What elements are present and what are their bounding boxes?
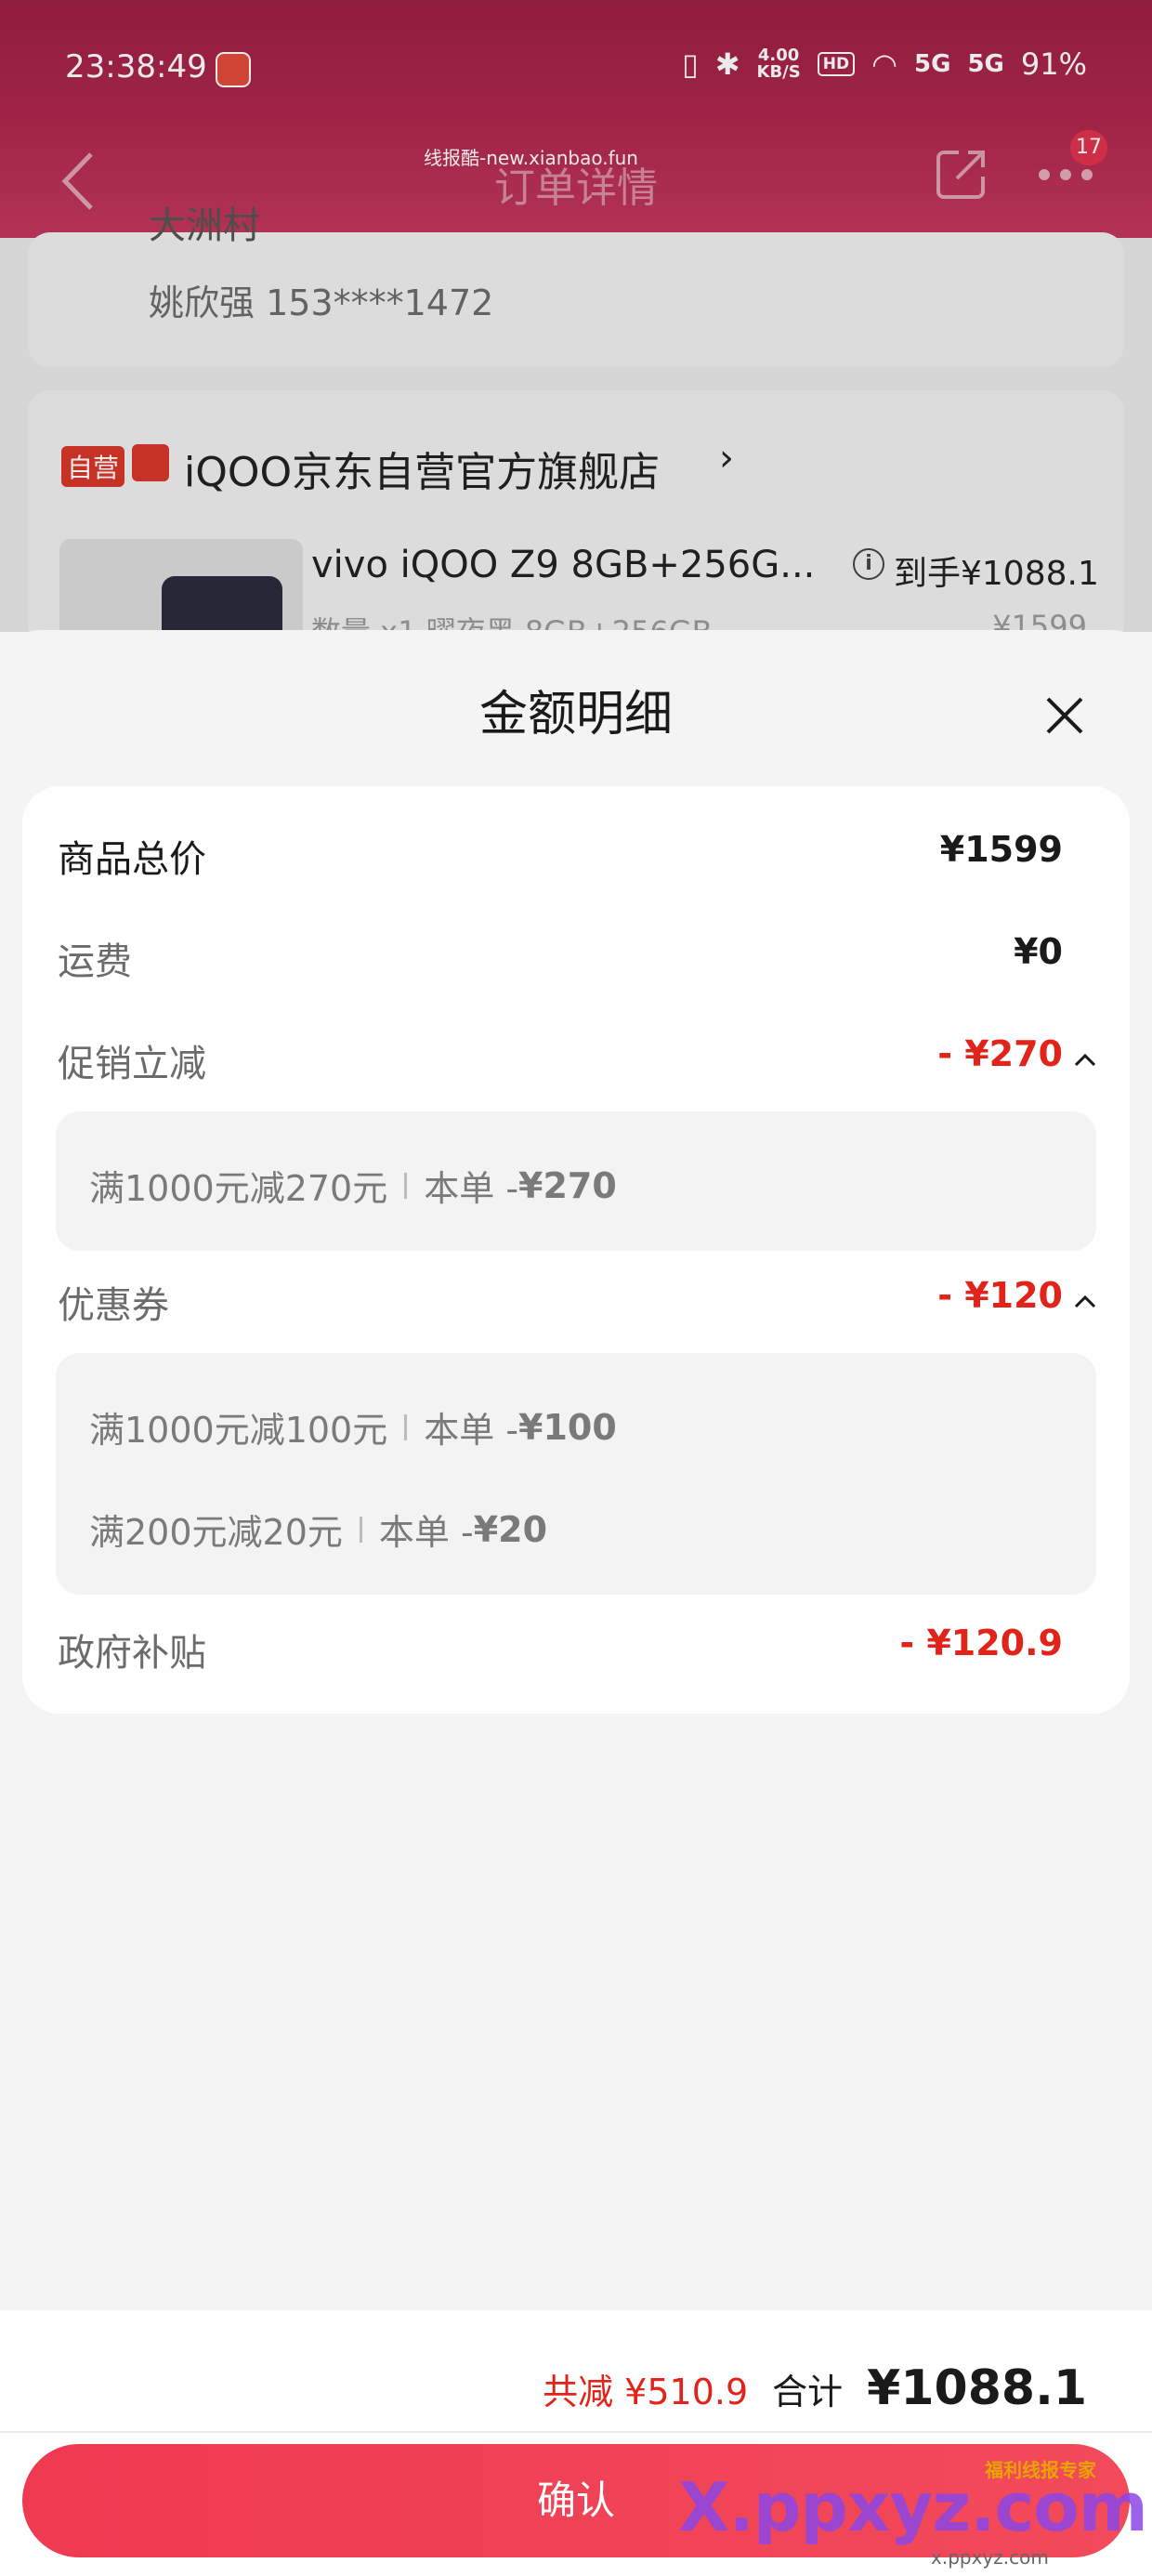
divider (359, 1516, 362, 1543)
chevron-up-icon[interactable] (1072, 1050, 1098, 1069)
dim-overlay[interactable] (0, 0, 1152, 632)
promo-value[interactable]: - ¥270 (937, 1033, 1063, 1074)
coupon-order-label: 本单 - (424, 1410, 519, 1451)
coupon-value[interactable]: - ¥120 (937, 1275, 1063, 1316)
coupon-rule: 满200元减20元 (89, 1512, 343, 1553)
total-row: 共减 ¥510.9 合计 ¥1088.1 (543, 2360, 1087, 2416)
promo-detail-line: 满1000元减270元 本单 - ¥270 (89, 1160, 617, 1211)
subsidy-value: - ¥120.9 (899, 1623, 1063, 1663)
coupon-order-label: 本单 - (378, 1512, 474, 1553)
shipping-label: 运费 (58, 940, 132, 983)
total-saved: 共减 ¥510.9 (543, 2372, 749, 2412)
promo-amount: ¥270 (518, 1164, 617, 1206)
total-label: 合计 (772, 2372, 844, 2412)
sheet-title: 金额明细 (478, 687, 673, 743)
goods-total-label: 商品总价 (58, 838, 206, 881)
divider (404, 1172, 408, 1199)
promo-label: 促销立减 (58, 1043, 206, 1085)
amount-detail-sheet: 金额明细 商品总价 ¥1599 运费 ¥0 促销立减 - ¥270 满1000元… (0, 630, 1152, 2576)
coupon-label: 优惠券 (58, 1284, 169, 1327)
watermark-url: x.ppxyz.com (931, 2546, 1049, 2569)
divider (0, 2431, 1152, 2433)
chevron-up-icon[interactable] (1072, 1292, 1098, 1310)
goods-total-value: ¥1599 (939, 829, 1063, 870)
coupon-amount: ¥20 (473, 1508, 548, 1550)
coupon-detail-line: 满200元减20元 本单 - ¥20 (89, 1504, 547, 1555)
total-value: ¥1088.1 (867, 2360, 1087, 2416)
coupon-rule: 满1000元减100元 (89, 1410, 388, 1451)
background-page: 23:38:49 ▯ ✱ 4.00 KB/S HD ◠ 5G 5G 91% 订单… (0, 0, 1152, 632)
promo-rule: 满1000元减270元 (89, 1168, 388, 1209)
coupon-detail-line: 满1000元减100元 本单 - ¥100 (89, 1401, 617, 1452)
watermark-tagline: 福利线报专家 (985, 2459, 1096, 2481)
promo-detail-box: 满1000元减270元 本单 - ¥270 (56, 1111, 1096, 1251)
promo-order-label: 本单 - (424, 1168, 519, 1209)
coupon-amount: ¥100 (518, 1406, 617, 1448)
divider (404, 1413, 408, 1440)
bottom-bar: 共减 ¥510.9 合计 ¥1088.1 确认 X.ppxyz.com 福利线报… (0, 2310, 1152, 2576)
close-icon[interactable] (1042, 693, 1087, 738)
coupon-detail-box: 满1000元减100元 本单 - ¥100 满200元减20元 本单 - ¥20 (56, 1353, 1096, 1595)
shipping-value: ¥0 (1014, 931, 1063, 972)
subsidy-label: 政府补贴 (58, 1632, 206, 1675)
detail-card: 商品总价 ¥1599 运费 ¥0 促销立减 - ¥270 满1000元减270元… (22, 786, 1130, 1714)
